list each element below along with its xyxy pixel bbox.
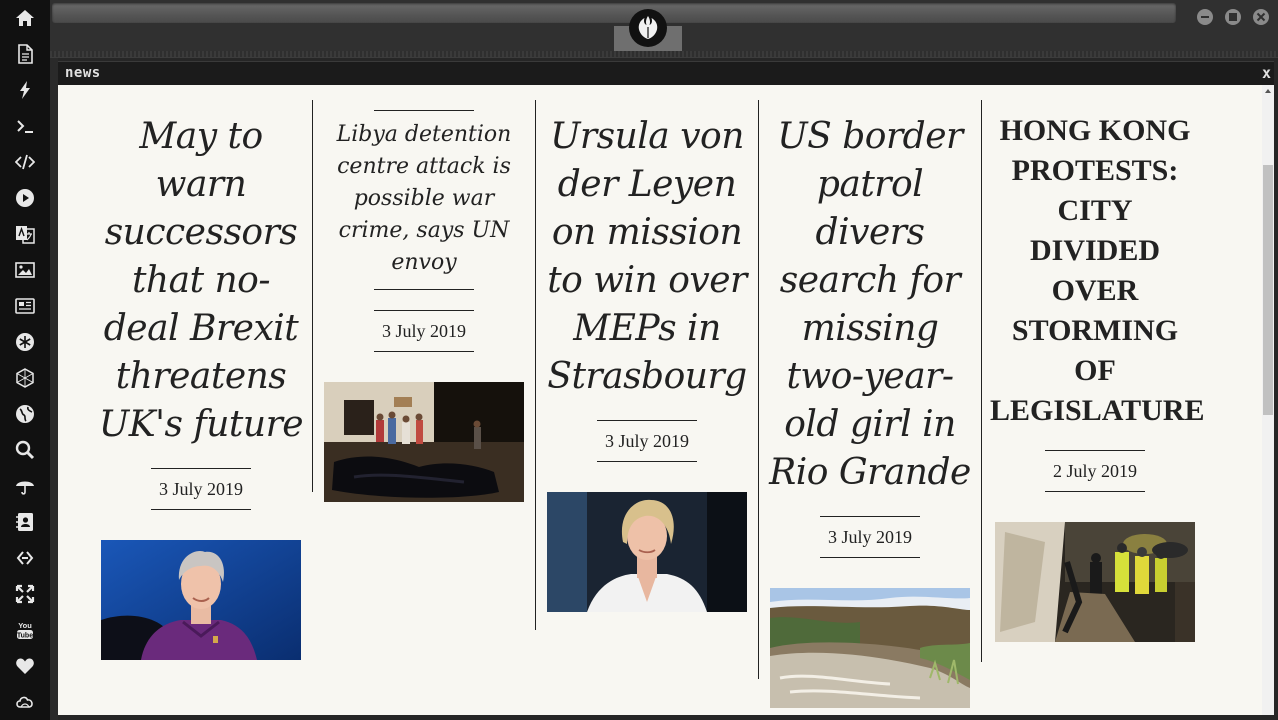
date-rule-bottom	[1045, 491, 1145, 492]
article-date: 2 July 2019	[1052, 461, 1137, 481]
sidebar-gap	[50, 0, 58, 720]
image-icon[interactable]	[13, 258, 37, 282]
column-divider	[981, 100, 982, 662]
ursula-von-der-leyen-photo[interactable]	[547, 492, 747, 612]
date-rule-bottom	[151, 509, 251, 510]
translate-icon[interactable]	[13, 222, 37, 246]
globe-icon[interactable]	[13, 402, 37, 426]
date-rule-bottom	[597, 461, 697, 462]
heart-icon[interactable]	[13, 654, 37, 678]
column-divider	[535, 100, 536, 630]
news-window-title: news	[65, 65, 101, 81]
code-icon[interactable]	[13, 150, 37, 174]
close-window-icon[interactable]	[1253, 9, 1269, 25]
document-icon[interactable]	[13, 42, 37, 66]
hong-kong-protest-photo[interactable]	[995, 522, 1195, 642]
theresa-may-photo[interactable]	[101, 540, 301, 660]
play-icon[interactable]	[13, 186, 37, 210]
article-headline[interactable]: HONG KONG PROTESTS: CITY DIVIDED OVER ST…	[990, 111, 1205, 431]
article-card[interactable]: Ursula von der Leyen on mission to win o…	[542, 85, 752, 612]
svg-text:You: You	[18, 621, 32, 630]
app-sidebar: You Tube	[0, 0, 50, 720]
headline-rule-bottom	[374, 289, 474, 290]
cloud-icon[interactable]	[13, 690, 37, 714]
article-headline[interactable]: Libya detention centre attack is possibl…	[324, 111, 524, 289]
top-bar	[50, 0, 1278, 58]
rebel-alliance-logo-icon[interactable]	[629, 9, 667, 47]
scroll-up-arrow-icon[interactable]	[1265, 89, 1271, 93]
svg-text:Tube: Tube	[17, 633, 33, 640]
article-headline[interactable]: Ursula von der Leyen on mission to win o…	[542, 113, 752, 401]
rio-grande-photo[interactable]	[770, 588, 970, 708]
libya-detention-centre-photo[interactable]	[324, 382, 524, 502]
contacts-icon[interactable]	[13, 510, 37, 534]
umbrella-icon[interactable]	[13, 474, 37, 498]
article-date: 3 July 2019	[827, 527, 912, 547]
news-content: May to warn successors that no-deal Brex…	[58, 85, 1262, 715]
address-bar[interactable]	[52, 3, 1176, 23]
scroll-thumb[interactable]	[1263, 165, 1273, 415]
link-icon[interactable]	[13, 546, 37, 570]
article-headline[interactable]: May to warn successors that no-deal Brex…	[96, 113, 306, 449]
article-card[interactable]: Libya detention centre attack is possibl…	[324, 85, 524, 502]
article-card[interactable]: HONG KONG PROTESTS: CITY DIVIDED OVER ST…	[990, 85, 1205, 642]
newspaper-icon[interactable]	[13, 294, 37, 318]
home-icon[interactable]	[13, 6, 37, 30]
article-date: 3 July 2019	[158, 479, 243, 499]
column-divider	[312, 100, 313, 492]
youtube-icon[interactable]: You Tube	[13, 618, 37, 642]
maximize-icon[interactable]	[1225, 9, 1241, 25]
news-scrollbar[interactable]	[1262, 85, 1274, 715]
article-date: 3 July 2019	[381, 321, 466, 341]
search-icon[interactable]	[13, 438, 37, 462]
lightning-icon[interactable]	[13, 78, 37, 102]
article-headline[interactable]: US border patrol divers search for missi…	[765, 113, 975, 497]
news-window-close-button[interactable]: x	[1262, 64, 1271, 82]
minimize-icon[interactable]	[1197, 9, 1213, 25]
article-card[interactable]: US border patrol divers search for missi…	[765, 85, 975, 708]
cube-icon[interactable]	[13, 366, 37, 390]
date-rule-bottom	[820, 557, 920, 558]
terminal-icon[interactable]	[13, 114, 37, 138]
news-window-titlebar[interactable]: news x	[58, 61, 1274, 85]
date-rule-bottom	[374, 351, 474, 352]
column-divider	[758, 100, 759, 679]
expand-icon[interactable]	[13, 582, 37, 606]
article-card[interactable]: May to warn successors that no-deal Brex…	[96, 85, 306, 660]
asterisk-icon[interactable]	[13, 330, 37, 354]
article-date: 3 July 2019	[604, 431, 689, 451]
